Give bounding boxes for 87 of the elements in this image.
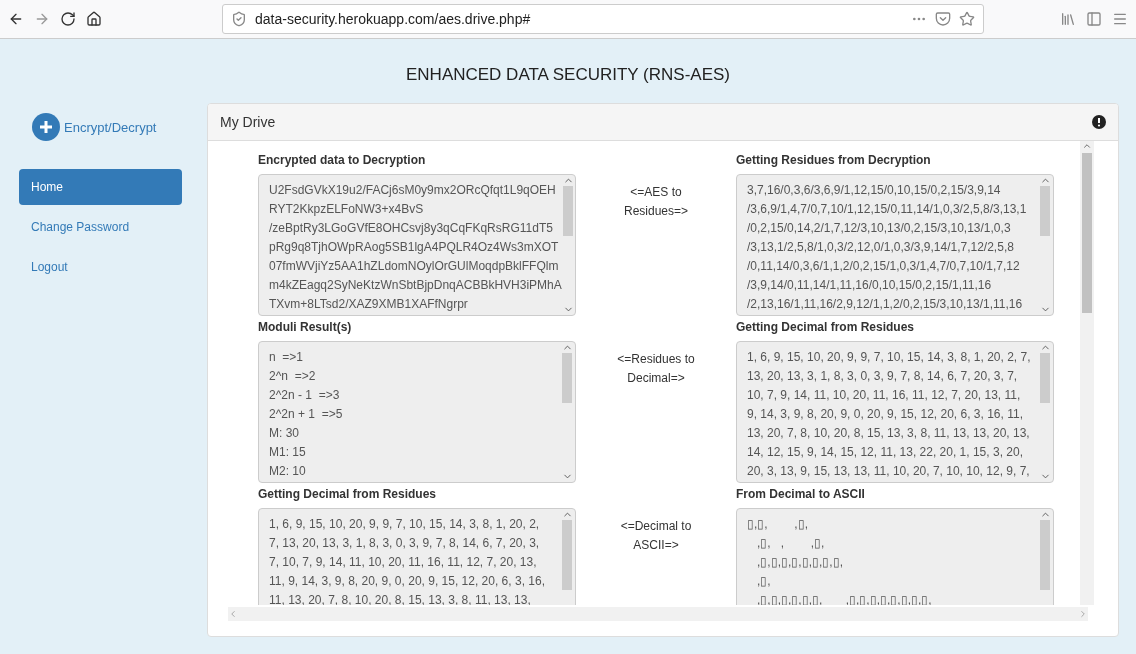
url-text: data-security.herokuapp.com/aes.drive.php# (255, 11, 532, 27)
text-line: 2^2n + 1 =>5 (269, 406, 344, 423)
text-line: 9, 14, 3, 9, 8, 20, 9, 0, 20, 9, 15, 12, 20, 6, 3, 16, 11, (747, 406, 1024, 423)
text-line: U2FsdGVkX19u2/FACj6sM0y9mx2ORcQfqt1L9qOEH (269, 182, 557, 199)
text-line: 2^n =>2 (269, 368, 317, 385)
text-line: 3,7,16/0,3,6/3,6,9/1,12,15/0,10,15/0,2,15/3,9,14 (747, 182, 1002, 199)
nav-item[interactable]: Change Password (19, 209, 182, 245)
scroll-right-icon (1078, 609, 1088, 619)
panel-title: My Drive (220, 114, 276, 130)
scroll-thumb[interactable] (562, 353, 572, 403)
text-line: n =>1 (269, 349, 305, 366)
conversion-label: <=Decimal to (620, 518, 692, 535)
horizontal-scrollbar[interactable] (228, 607, 1088, 621)
nav-item[interactable]: Home (19, 169, 182, 205)
text-line: TXvm+8LTsd2/XAZ9XMB1XAFfNgrpr (269, 296, 469, 313)
text-line: /zeBptRy3LGoGVfE8OHCsvj8y3qCqFKqRsRG11dT5 (269, 220, 554, 237)
scroll-left-icon (228, 609, 238, 619)
pocket-icon[interactable] (935, 11, 951, 27)
text-line: 7, 13, 20, 13, 3, 1, 8, 3, 0, 3, 9, 7, 8, 14, 6, 7, 20, 3, (269, 535, 541, 552)
plus-icon (32, 113, 60, 141)
text-area[interactable] (258, 174, 576, 316)
text-line: ,▯, (756, 573, 772, 590)
conversion-label: <=AES to (630, 184, 682, 201)
reload-icon[interactable] (60, 11, 76, 27)
field-label: Getting Residues from Decryption (736, 153, 932, 167)
text-line: RYT2KkpzELFoNW3+x4BvS (269, 201, 425, 218)
forward-icon[interactable] (34, 11, 50, 27)
text-line: 13, 20, 13, 3, 1, 8, 3, 0, 3, 9, 7, 8, 14, 6, 7, 20, 3, 7, (747, 368, 1019, 385)
text-line: 2^2n - 1 =>3 (269, 387, 341, 404)
scroll-thumb[interactable] (1040, 353, 1050, 403)
scroll-thumb[interactable] (1040, 186, 1050, 236)
field-label: Getting Decimal from Residues (258, 487, 438, 501)
back-icon[interactable] (8, 11, 24, 27)
text-line: /3,13,1/2,5,8/1,0,3/2,12,0/1,0,3/3,9,14/1,7,12/2,5,8 (747, 239, 1015, 256)
text-line: 20, 3, 13, 9, 15, 13, 13, 11, 10, 20, 7, 10, 10, 12, 9, 7, (747, 463, 1031, 480)
alert-icon[interactable] (1092, 115, 1106, 129)
field-label: Encrypted data to Decryption (258, 153, 427, 167)
conversion-label: Decimal=> (627, 370, 685, 387)
menu-icon[interactable] (1112, 11, 1128, 27)
text-line: /0,2,15/0,14,2/1,7,12/3,10,13/0,2,15/3,10,13/1,0,3 (747, 220, 1012, 237)
text-line: 14, 12, 15, 9, 14, 15, 12, 11, 13, 22, 20, 1, 15, 3, 20, (747, 444, 1024, 461)
scroll-up-icon (1082, 141, 1092, 151)
text-line: M: 30 (269, 425, 300, 442)
field-label: Getting Decimal from Residues (736, 320, 916, 334)
text-line: ,▯, , ,▯, (756, 535, 826, 552)
text-line: 10, 7, 9, 14, 11, 10, 20, 11, 16, 11, 12, 7, 20, 13, 11, (747, 387, 1022, 404)
scroll-thumb[interactable] (563, 186, 574, 236)
text-line: ▯,▯, ,▯, (747, 516, 809, 533)
text-line: ,▯,▯,▯,▯,▯,▯, ,▯,▯,▯,▯,▯,▯,▯,▯, (756, 592, 933, 605)
text-line: M1: 15 (269, 444, 307, 461)
page-title: ENHANCED DATA SECURITY (RNS-AES) (405, 64, 731, 86)
conversion-label: Residues=> (623, 203, 688, 220)
text-line: M2: 10 (269, 463, 307, 480)
address-bar[interactable]: data-security.herokuapp.com/aes.drive.php# (222, 4, 984, 34)
conversion-label: <=Residues to (617, 351, 695, 368)
scroll-thumb[interactable] (562, 520, 572, 590)
text-line: 11, 13, 20, 7, 8, 10, 20, 8, 15, 13, 3, 8, 11, 13, 13, (269, 592, 532, 605)
text-line: /3,6,9/1,4,7/0,7,10/1,12,15/0,11,14/1,0,3/2,5,8/3,13,1 (747, 201, 1028, 218)
text-area[interactable] (736, 174, 1054, 316)
text-line: 13, 20, 7, 8, 10, 20, 8, 15, 13, 3, 8, 11, 13, 13, 20, 13, (747, 425, 1031, 442)
text-area[interactable]: n =>1 2^n =>2 2^2n - 1 =>3 2^2n + 1 =>5 M: 30 M1: 15 M2: 10 (258, 341, 576, 483)
home-icon[interactable] (86, 11, 102, 27)
text-line: 11, 9, 14, 3, 9, 8, 20, 9, 0, 20, 9, 15, 12, 20, 6, 3, 16, (269, 573, 546, 590)
vertical-scrollbar[interactable] (1080, 141, 1094, 605)
text-area[interactable]: ▯,▯, ,▯, ,▯, , ,▯, ,▯,▯,▯,▯,▯,▯,▯,▯, ,▯, ,▯,▯,▯,▯,▯,▯, ,▯,▯,▯,▯,▯,▯,▯,▯, (736, 508, 1054, 605)
shield-icon (231, 11, 247, 27)
nav-item[interactable]: Logout (19, 249, 182, 285)
field-label: Moduli Result(s) (258, 320, 353, 334)
text-line: 1, 6, 9, 15, 10, 20, 9, 9, 7, 10, 15, 14, 3, 8, 1, 20, 2, 7, (747, 349, 1032, 366)
field-label: From Decimal to ASCII (736, 487, 866, 501)
sidebar-icon[interactable] (1086, 11, 1102, 27)
scroll-thumb[interactable] (1082, 153, 1092, 313)
text-line: /2,13,16/1,11,16/2,9,12/1,1,2/0,2,15/3,10,13/1,11,16 (747, 296, 1024, 313)
text-line: m4kZEagq2SyNeKtzWnSbtBjpDnqACBBkHVH3iPMhA (269, 277, 562, 294)
star-icon[interactable] (959, 11, 975, 27)
text-line: 7, 10, 7, 9, 14, 11, 10, 20, 11, 16, 11, 12, 7, 20, 13, (269, 554, 538, 571)
text-line: 1, 6, 9, 15, 10, 20, 9, 9, 7, 10, 15, 14, 3, 8, 1, 20, 2, (269, 516, 541, 533)
encrypt-decrypt-link[interactable]: Encrypt/Decrypt (32, 113, 207, 141)
library-icon[interactable] (1060, 11, 1076, 27)
text-line: /3,9,14/0,11,14/1,11,16/0,10,15/0,2,15/1,11,16 (747, 277, 993, 294)
scroll-thumb[interactable] (1040, 520, 1050, 590)
text-area[interactable] (736, 341, 1054, 483)
conversion-label: ASCII=> (633, 537, 679, 554)
text-line: 07fmWVjiYz5AA1hZLdomNOylOrGUlMoqdpBklFFQlm (269, 258, 560, 275)
text-line: /0,11,14/0,3,6/1,1,2/0,2,15/1,0,3/1,4,7/0,7,10/1,7,12 (747, 258, 1021, 275)
text-line: pRg9q8TjhOWpRAog5SB1lgA4PQLR4Oz4Ws3mXOT (269, 239, 560, 256)
text-line: ,▯,▯,▯,▯,▯,▯,▯,▯, (756, 554, 844, 571)
